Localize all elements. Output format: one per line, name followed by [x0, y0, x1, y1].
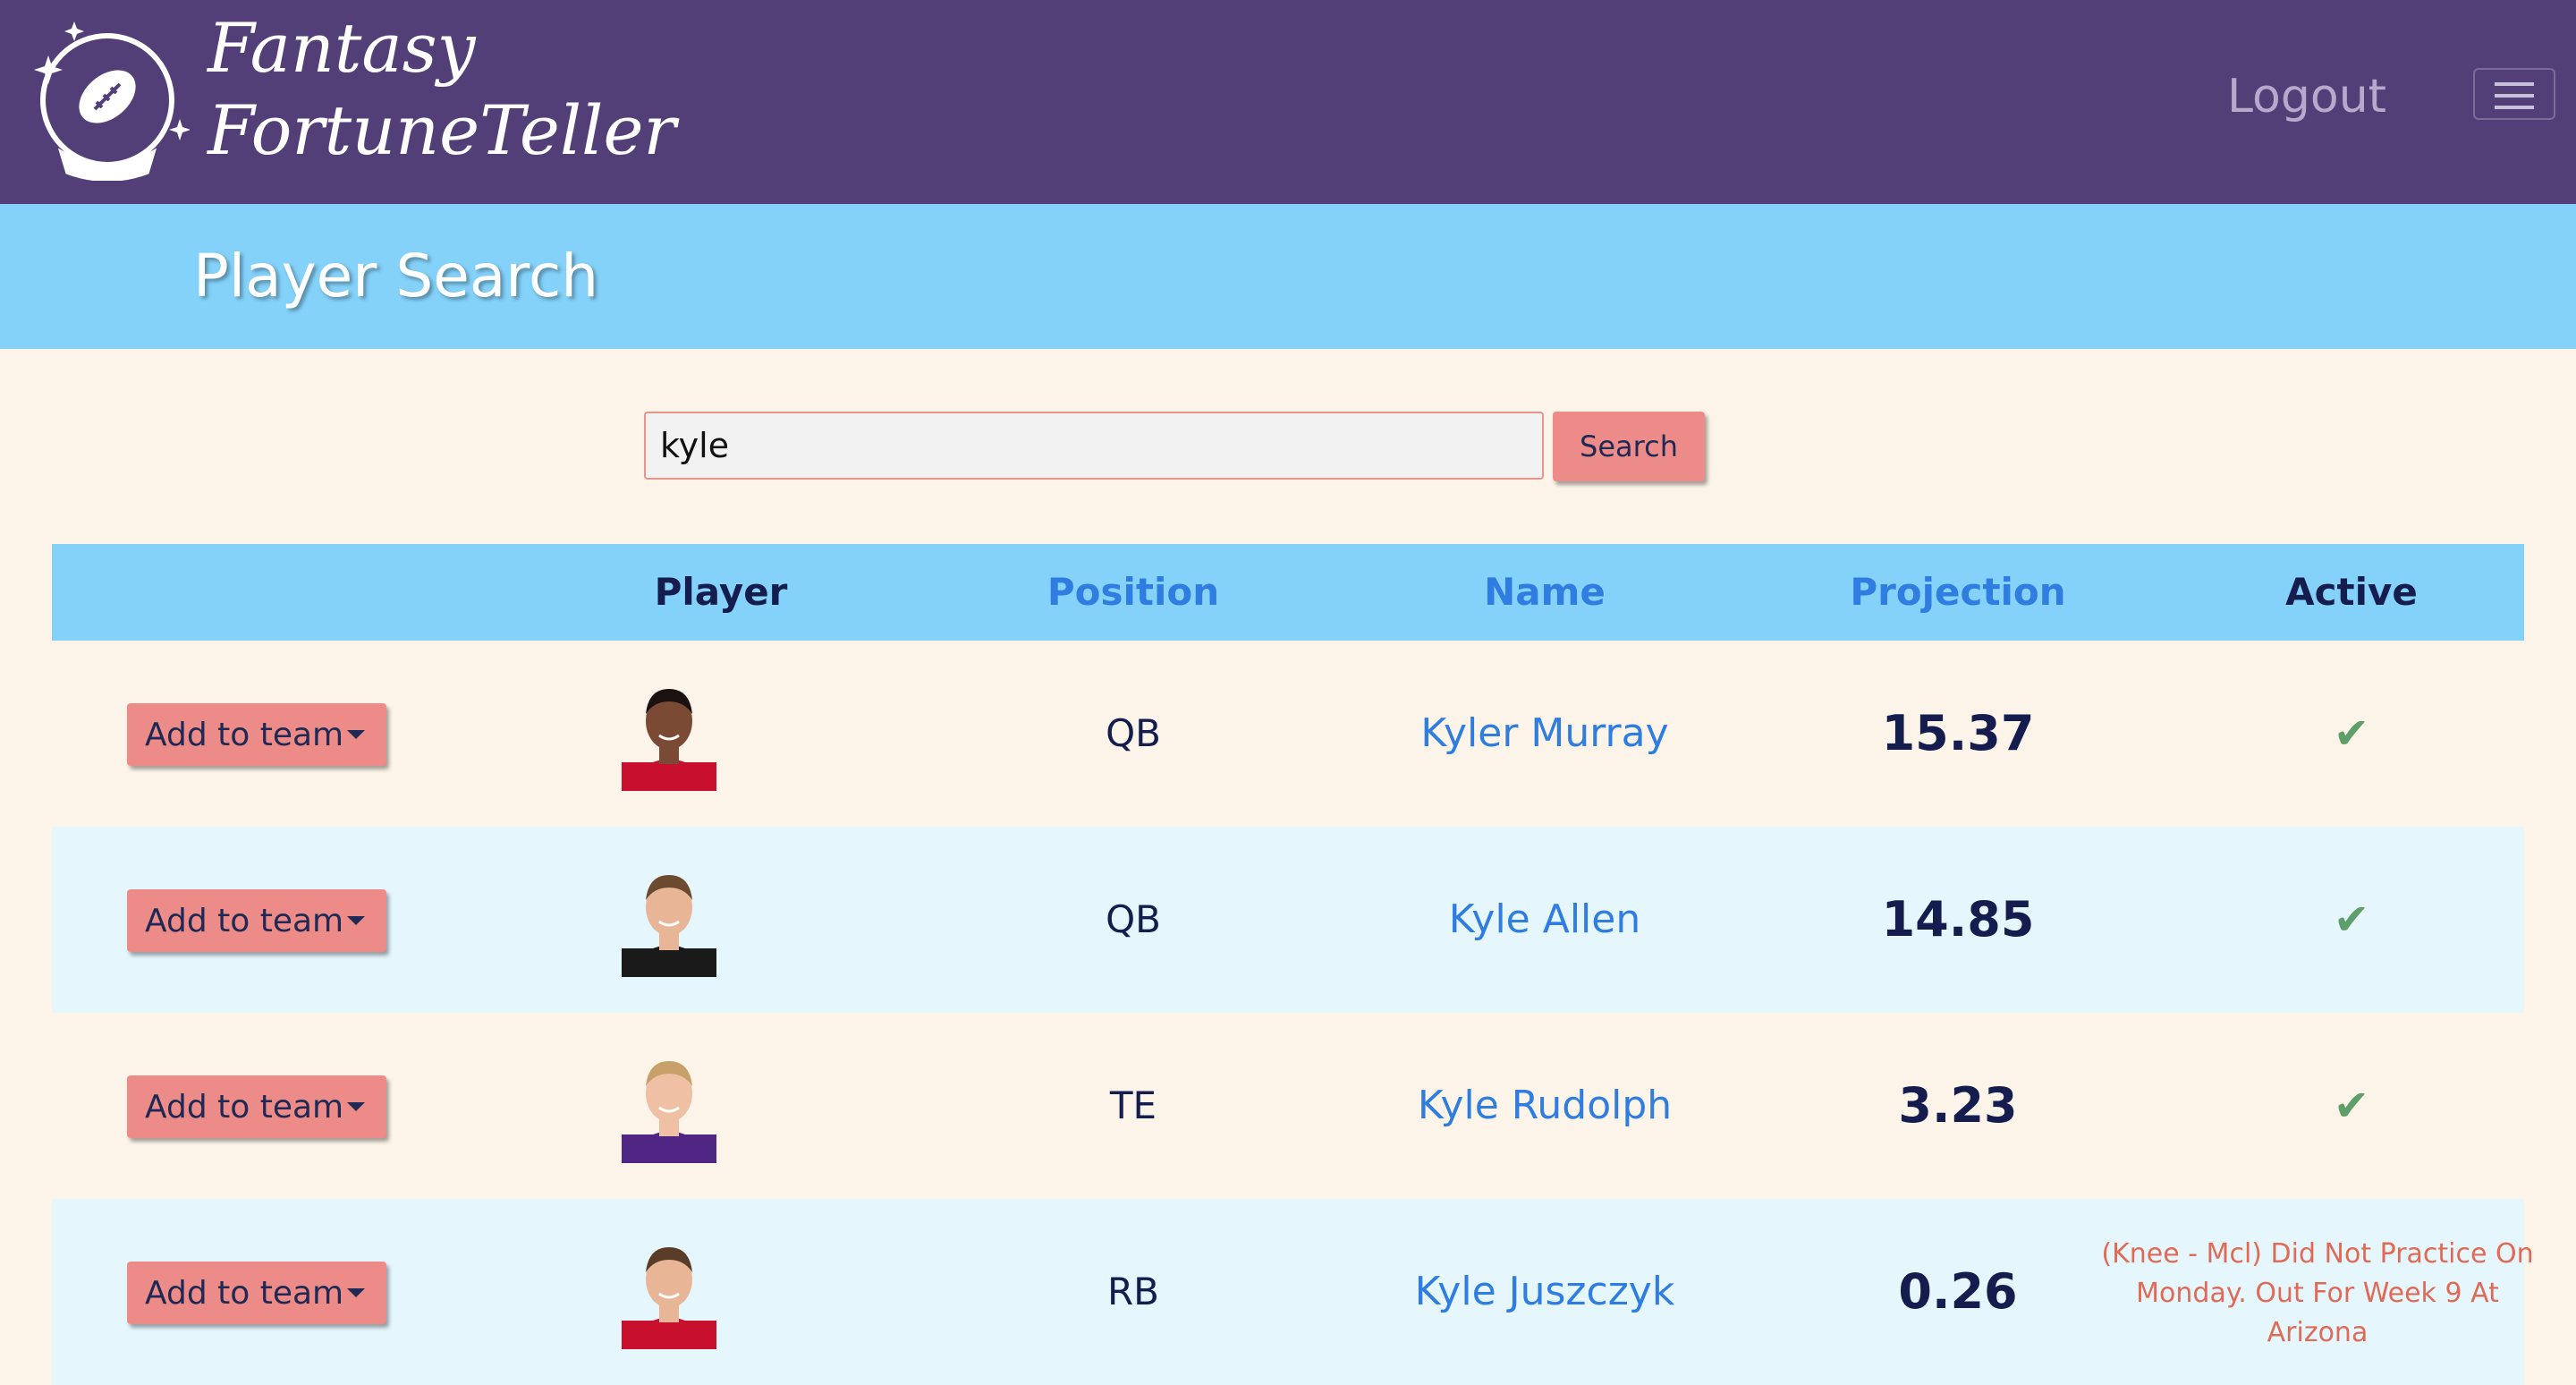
active-check-icon: ✔: [2333, 709, 2370, 759]
player-projection: 15.37: [1881, 705, 2035, 761]
active-check-icon: ✔: [2333, 895, 2370, 945]
hamburger-icon: [2495, 82, 2534, 86]
add-to-team-dropdown-button[interactable]: Add to team: [127, 703, 386, 766]
player-name-link[interactable]: Kyle Rudolph: [1339, 1013, 1750, 1199]
brand-line-1: Fantasy: [208, 8, 476, 88]
player-position: TE: [1109, 1083, 1157, 1127]
search-input[interactable]: [644, 412, 1544, 480]
search-button[interactable]: Search: [1553, 412, 1705, 481]
page-title-banner: Player Search: [0, 204, 2576, 349]
player-name-link[interactable]: Kyle Juszczyk: [1339, 1199, 1750, 1385]
navbar: Fantasy FortuneTeller Logout: [0, 0, 2576, 204]
add-to-team-label: Add to team: [145, 902, 344, 939]
page-title: Player Search: [193, 242, 599, 310]
injury-status-text: (Knee - Mcl) Did Not Practice On Monday.…: [2101, 1238, 2534, 1348]
player-projection: 14.85: [1881, 891, 2035, 947]
player-headshot[interactable]: [622, 862, 716, 977]
header-projection-sort[interactable]: Projection: [1752, 544, 2164, 641]
player-name-link[interactable]: Kyle Allen: [1339, 827, 1750, 1013]
brand-line-2: FortuneTeller: [208, 90, 676, 170]
caret-down-icon: [347, 730, 365, 739]
player-projection: 3.23: [1898, 1077, 2018, 1134]
player-position: QB: [1106, 711, 1161, 755]
caret-down-icon: [347, 916, 365, 925]
table-row: Add to team RB Kyle Juszczyk 0.26 (Knee …: [52, 1199, 2534, 1385]
player-headshot[interactable]: [622, 676, 716, 791]
header-player: Player: [654, 570, 788, 614]
table-row: Add to team QB Kyle Allen 14.85 ✔: [52, 827, 2524, 1013]
add-to-team-dropdown-button[interactable]: Add to team: [127, 1262, 386, 1324]
add-to-team-label: Add to team: [145, 1274, 344, 1312]
table-row: Add to team QB Kyler Murray 15.37 ✔: [52, 641, 2524, 827]
add-to-team-label: Add to team: [145, 716, 344, 753]
header-name-sort[interactable]: Name: [1339, 544, 1750, 641]
add-to-team-dropdown-button[interactable]: Add to team: [127, 1075, 386, 1138]
menu-toggle-button[interactable]: [2473, 68, 2555, 120]
table-row: Add to team TE Kyle Rudolph 3.23 ✔: [52, 1013, 2524, 1199]
active-check-icon: ✔: [2333, 1081, 2370, 1131]
crystal-ball-football-logo-icon[interactable]: [20, 11, 190, 181]
player-headshot[interactable]: [622, 1049, 716, 1163]
brand-title[interactable]: Fantasy FortuneTeller: [208, 7, 676, 172]
caret-down-icon: [347, 1288, 365, 1297]
header-position-sort[interactable]: Position: [928, 544, 1339, 641]
header-active: Active: [2285, 570, 2418, 614]
logout-link[interactable]: Logout: [2227, 61, 2386, 132]
add-to-team-label: Add to team: [145, 1088, 344, 1126]
results-table-header: Player Position Name Projection Active: [52, 544, 2524, 641]
add-to-team-dropdown-button[interactable]: Add to team: [127, 889, 386, 952]
player-headshot[interactable]: [622, 1235, 716, 1349]
player-name-link[interactable]: Kyler Murray: [1339, 641, 1750, 827]
caret-down-icon: [347, 1102, 365, 1111]
player-position: RB: [1107, 1270, 1159, 1313]
player-position: QB: [1106, 897, 1161, 941]
